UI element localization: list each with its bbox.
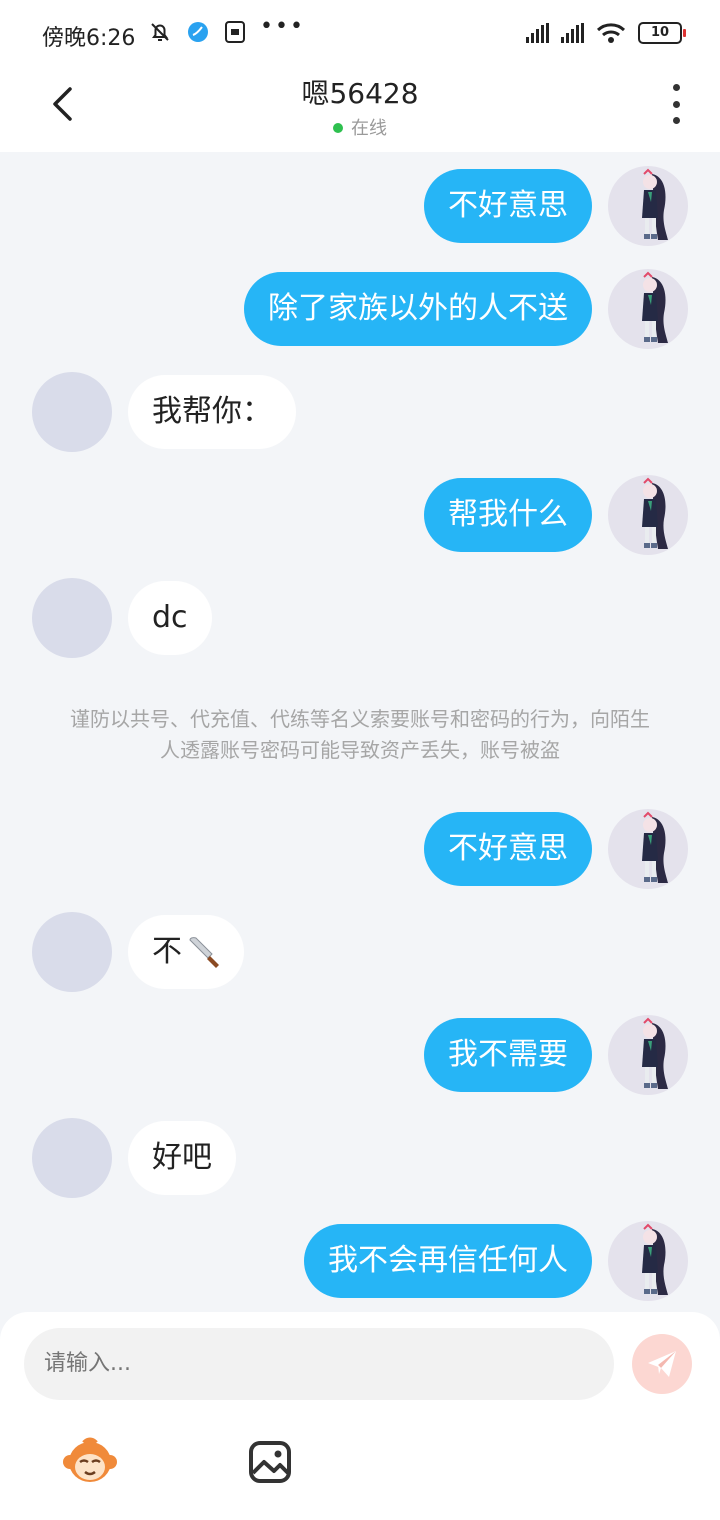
message-row: 我帮你：: [0, 372, 720, 452]
anime-character-icon: [642, 1223, 668, 1295]
anime-character-icon: [642, 1017, 668, 1089]
chat-header: 嗯56428 在线: [0, 68, 720, 152]
message-bubble[interactable]: 帮我什么: [424, 478, 592, 552]
message-row: 我不需要: [0, 1015, 720, 1095]
paper-plane-icon: [648, 1351, 676, 1377]
status-system-icons: 10: [526, 22, 686, 44]
online-status-label: 在线: [351, 118, 387, 139]
my-avatar[interactable]: [608, 1015, 688, 1095]
message-bubble[interactable]: 除了家族以外的人不送: [244, 272, 592, 346]
message-bubble[interactable]: 不: [128, 915, 244, 989]
anime-character-icon: [642, 477, 668, 549]
send-button[interactable]: [632, 1334, 692, 1394]
contact-avatar[interactable]: [32, 372, 112, 452]
contact-avatar[interactable]: [32, 1118, 112, 1198]
my-avatar[interactable]: [608, 809, 688, 889]
anime-character-icon: [642, 271, 668, 343]
message-row: 好吧: [0, 1118, 720, 1198]
message-composer: [0, 1312, 720, 1520]
emoji-button[interactable]: [62, 1434, 118, 1490]
my-avatar[interactable]: [608, 1221, 688, 1301]
more-dot-icon: [672, 117, 680, 124]
signal-2-icon: [561, 23, 584, 43]
signal-1-icon: [526, 23, 549, 43]
status-notification-icons: [148, 20, 246, 44]
contact-avatar[interactable]: [32, 912, 112, 992]
contact-avatar[interactable]: [32, 578, 112, 658]
message-bubble[interactable]: 我不会再信任何人: [304, 1224, 592, 1298]
contact-name: 嗯56428: [301, 77, 419, 110]
online-status: 在线: [0, 114, 720, 140]
mi-icon: [225, 21, 245, 43]
my-avatar[interactable]: [608, 166, 688, 246]
my-avatar[interactable]: [608, 269, 688, 349]
message-row: 帮我什么: [0, 475, 720, 555]
message-row: 不: [0, 912, 720, 992]
message-bubble[interactable]: 我不需要: [424, 1018, 592, 1092]
message-bubble[interactable]: dc: [128, 581, 212, 655]
more-dot-icon: [672, 100, 680, 108]
wifi-icon: [596, 23, 626, 43]
bell-off-icon: [151, 23, 169, 41]
monkey-face-icon: [63, 1437, 117, 1482]
anime-character-icon: [642, 168, 668, 240]
online-dot-icon: [333, 123, 343, 133]
status-time: 傍晚6:26: [42, 26, 136, 51]
message-input[interactable]: [24, 1328, 614, 1400]
status-bar: 傍晚6:26 ••• 10: [0, 0, 720, 68]
image-icon: [249, 1441, 291, 1483]
message-bubble[interactable]: 不好意思: [424, 169, 592, 243]
message-row: 我不会再信任何人: [0, 1221, 720, 1301]
battery-indicator: 10: [638, 22, 686, 44]
message-list[interactable]: 不好意思 除了家族以外的人不送 我帮你： 帮我什么 dc 谨防以共号、代充值、代…: [0, 152, 720, 1312]
more-notifications-icon: •••: [260, 14, 305, 39]
chat-title-block: 嗯56428 在线: [0, 72, 720, 140]
message-row: 不好意思: [0, 166, 720, 246]
security-notice: 谨防以共号、代充值、代练等名义索要账号和密码的行为，向陌生人透露账号密码可能导致…: [70, 707, 650, 762]
anime-character-icon: [642, 811, 668, 883]
my-avatar[interactable]: [608, 475, 688, 555]
knife-emoji-icon: [189, 936, 219, 968]
message-row: 不好意思: [0, 809, 720, 889]
more-dot-icon: [672, 84, 680, 91]
image-button[interactable]: [242, 1434, 298, 1490]
message-bubble[interactable]: 好吧: [128, 1121, 236, 1195]
more-options-button[interactable]: [664, 84, 688, 124]
message-bubble[interactable]: 我帮你：: [128, 375, 296, 449]
app-bubble-icon: [188, 22, 208, 42]
message-row: 除了家族以外的人不送: [0, 269, 720, 349]
message-bubble[interactable]: 不好意思: [424, 812, 592, 886]
message-row: dc: [0, 578, 720, 658]
message-text: 不: [152, 934, 182, 969]
